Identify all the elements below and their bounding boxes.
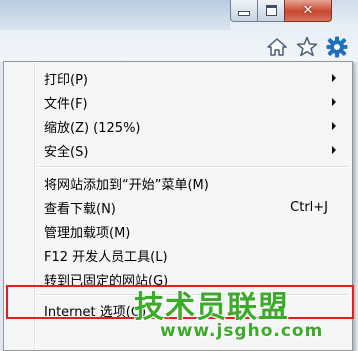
menu-item-manage-addons[interactable]: 管理加载项(M): [6, 219, 350, 243]
command-bar: [266, 36, 348, 58]
menu-item-safety[interactable]: 安全(S): [6, 138, 350, 162]
menu-item-view-downloads[interactable]: 查看下载(N) Ctrl+J: [6, 195, 350, 219]
maximize-icon: [265, 5, 277, 16]
minimize-icon: [238, 11, 250, 16]
menu-item-add-to-start[interactable]: 将网站添加到“开始”菜单(M): [6, 171, 350, 195]
favorites-button[interactable]: [296, 36, 318, 58]
title-bar: [0, 0, 230, 30]
submenu-arrow-icon: [332, 98, 336, 106]
tools-gear-icon: [326, 36, 348, 58]
menu-item-developer-tools[interactable]: F12 开发人员工具(L): [6, 243, 350, 267]
menu-item-zoom[interactable]: 缩放(Z) (125%): [6, 114, 350, 138]
home-icon: [267, 38, 287, 56]
close-button[interactable]: ✕: [284, 0, 332, 22]
shortcut-label: Ctrl+J: [290, 199, 328, 215]
minimize-button[interactable]: [230, 0, 258, 22]
favorites-star-icon: [296, 36, 318, 57]
watermark-url: www.jsgho.com: [160, 321, 324, 341]
submenu-arrow-icon: [332, 122, 336, 130]
home-button[interactable]: [266, 36, 288, 58]
maximize-button[interactable]: [257, 0, 285, 22]
menu-item-file[interactable]: 文件(F): [6, 90, 350, 114]
submenu-arrow-icon: [332, 74, 336, 82]
submenu-arrow-icon: [332, 146, 336, 154]
watermark-logo: 技术员联盟: [134, 290, 289, 325]
tools-button[interactable]: [326, 36, 348, 58]
menu-item-print[interactable]: 打印(P): [6, 66, 350, 90]
menu-separator: [37, 166, 348, 168]
close-icon: ✕: [302, 3, 314, 18]
